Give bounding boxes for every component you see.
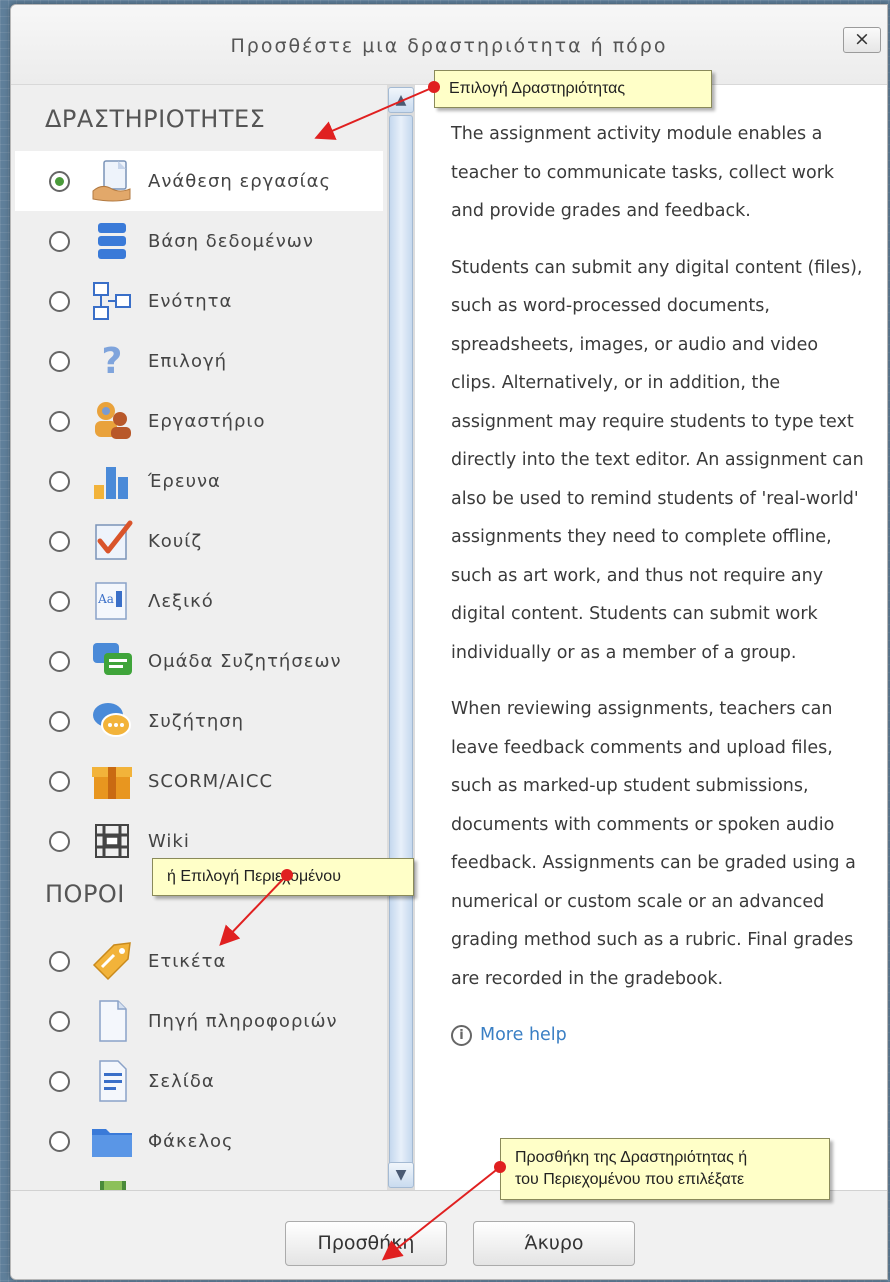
arrow-activity [314, 81, 440, 140]
arrow-add [381, 1161, 506, 1261]
callout-arrows [219, 81, 506, 1261]
arrow-resource [219, 869, 293, 946]
